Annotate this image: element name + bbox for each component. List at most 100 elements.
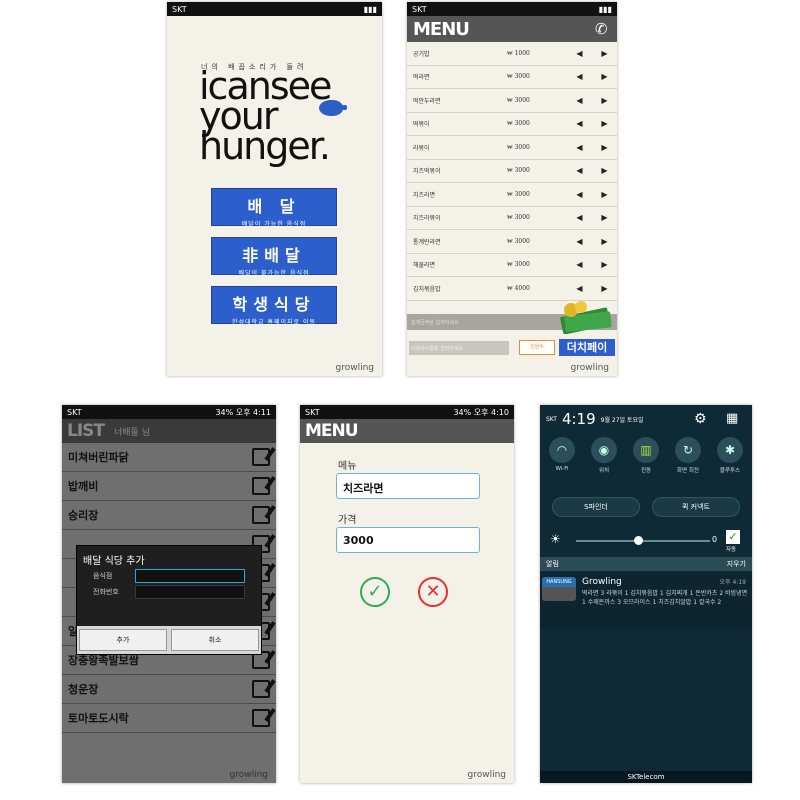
price-label: 가격 xyxy=(338,515,357,526)
quick-toggle[interactable]: ✱ 블루투스 xyxy=(712,437,748,474)
list-header: LIST 너배들 님 xyxy=(62,419,276,443)
brightness-icon: ☀ xyxy=(550,532,561,546)
increase-icon[interactable]: ▶ xyxy=(592,96,617,105)
add-button[interactable]: 추가 xyxy=(79,629,167,651)
decrease-icon[interactable]: ◀ xyxy=(567,284,592,293)
menu-item-price: ₩ 3000 xyxy=(507,96,530,104)
add-restaurant-dialog: 배달 식당 추가 음식점 전화번호 추가 취소 xyxy=(76,545,262,655)
clock: 4:19 xyxy=(561,410,596,428)
growling-notification[interactable]: HANSUNG Growling 오후 4:19 떡라면 3 라볶이 1 김치볶… xyxy=(540,573,752,629)
decrease-icon[interactable]: ◀ xyxy=(567,190,592,199)
menu-row: 떡만두라면 ₩ 3000 ◀ ▶ xyxy=(407,89,617,113)
cancel-x-icon[interactable]: ✕ xyxy=(418,577,448,607)
dialog-title: 배달 식당 추가 xyxy=(83,556,145,567)
username-input[interactable]: 사용자이름을 입력하세요 xyxy=(409,341,509,355)
increase-icon[interactable]: ▶ xyxy=(592,213,617,222)
delivery-button-sub: 배달이 가능한 음식점 xyxy=(241,221,307,228)
decrease-icon[interactable]: ◀ xyxy=(567,119,592,128)
menu-item-name: 떡만두라면 xyxy=(413,97,441,105)
quick-toggle-label: 블루투스 xyxy=(719,468,741,474)
menu-row: 통계란라면 ₩ 3000 ◀ ▶ xyxy=(407,230,617,254)
delivery-button[interactable]: 배 달 배달이 가능한 음식점 xyxy=(211,188,337,228)
increase-icon[interactable]: ▶ xyxy=(592,260,617,269)
edit-icon[interactable] xyxy=(252,448,270,466)
edit-icon[interactable] xyxy=(252,709,270,727)
carrier-label: SKT xyxy=(172,4,187,14)
quick-toggle[interactable]: ▥ 진동 xyxy=(628,437,664,474)
cafeteria-button-label: 학생식당 xyxy=(232,295,316,314)
call-icon[interactable]: ✆ xyxy=(595,21,611,37)
notification-panel: SKT 4:19 9월 27일 토요일 ⚙ ▦ ◠ Wi-Fi ◉ 위치 ▥ 진동 ↻ 화면 … xyxy=(540,405,752,783)
s-finder-button[interactable]: S파인더 xyxy=(552,497,640,517)
decrease-icon[interactable]: ◀ xyxy=(567,72,592,81)
count-input[interactable]: 인원수 xyxy=(519,340,555,355)
menu-name-input[interactable]: 치즈라면 xyxy=(336,473,480,499)
increase-icon[interactable]: ▶ xyxy=(592,143,617,152)
date: 9월 27일 토요일 xyxy=(600,416,644,424)
auto-checkbox[interactable]: ✓ xyxy=(726,530,740,544)
cafeteria-button[interactable]: 학생식당 한성대학교 홈페이지로 이동 xyxy=(211,286,337,326)
gear-icon[interactable]: ⚙ xyxy=(694,411,707,427)
non-delivery-button[interactable]: 非배달 배달이 불가능한 음식점 xyxy=(211,237,337,277)
list-item[interactable]: 승리장 xyxy=(62,501,276,530)
menu-item-price: ₩ 3000 xyxy=(507,143,530,151)
edit-icon[interactable] xyxy=(252,506,270,524)
phone-input[interactable] xyxy=(135,585,245,599)
carrier-label: SKT xyxy=(546,415,557,423)
menu-item-name: 치즈라면 xyxy=(413,191,436,199)
menu-item-name: 떡라면 xyxy=(413,74,430,82)
menu-item-price: ₩ 4000 xyxy=(507,284,530,292)
decrease-icon[interactable]: ◀ xyxy=(567,166,592,175)
restaurant-name: 토마토도시락 xyxy=(68,712,129,725)
menu-row: 김치볶음밥 ₩ 4000 ◀ ▶ xyxy=(407,277,617,301)
wifi-icon: ◠ xyxy=(549,437,575,463)
menu-item-price: ₩ 3000 xyxy=(507,214,530,222)
quick-connect-button[interactable]: 퀵 커넥트 xyxy=(652,497,740,517)
list-item[interactable]: 청운장 xyxy=(62,675,276,704)
restaurant-input[interactable] xyxy=(135,569,245,583)
dutch-pay-button[interactable]: 더치페이 xyxy=(559,339,615,356)
increase-icon[interactable]: ▶ xyxy=(592,284,617,293)
menu-item-name: 라볶이 xyxy=(413,144,430,152)
menu-row: 치즈라면 ₩ 3000 ◀ ▶ xyxy=(407,183,617,207)
status-bar: SKT 34% 오후 4:11 xyxy=(62,405,276,419)
restaurant-label: 음식점 xyxy=(93,572,113,580)
price-input[interactable]: 3000 xyxy=(336,527,480,553)
decrease-icon[interactable]: ◀ xyxy=(567,237,592,246)
decrease-icon[interactable]: ◀ xyxy=(567,213,592,222)
logo-line-3: hunger. xyxy=(199,124,331,168)
status-right: 34% 오후 4:11 xyxy=(215,407,271,417)
quick-toggle[interactable]: ↻ 화면 회전 xyxy=(670,437,706,474)
confirm-check-icon[interactable]: ✓ xyxy=(360,577,390,607)
decrease-icon[interactable]: ◀ xyxy=(567,49,592,58)
increase-icon[interactable]: ▶ xyxy=(592,237,617,246)
list-item[interactable]: 토마토도시락 xyxy=(62,704,276,733)
increase-icon[interactable]: ▶ xyxy=(592,119,617,128)
edit-icon[interactable] xyxy=(252,477,270,495)
increase-icon[interactable]: ▶ xyxy=(592,49,617,58)
increase-icon[interactable]: ▶ xyxy=(592,190,617,199)
decrease-icon[interactable]: ◀ xyxy=(567,96,592,105)
grid-icon[interactable]: ▦ xyxy=(726,411,738,426)
brightness-slider[interactable] xyxy=(576,540,710,542)
menu-row: 공기밥 ₩ 1000 ◀ ▶ xyxy=(407,42,617,66)
increase-icon[interactable]: ▶ xyxy=(592,166,617,175)
clear-button[interactable]: 지우기 xyxy=(727,559,746,569)
increase-icon[interactable]: ▶ xyxy=(592,72,617,81)
decrease-icon[interactable]: ◀ xyxy=(567,143,592,152)
menu-header: MENU xyxy=(300,419,514,443)
quick-toggle[interactable]: ◠ Wi-Fi xyxy=(544,437,580,474)
quick-toggle[interactable]: ◉ 위치 xyxy=(586,437,622,474)
quick-toggle-label: 위치 xyxy=(598,468,610,474)
brand-label: growling xyxy=(335,363,374,373)
decrease-icon[interactable]: ◀ xyxy=(567,260,592,269)
brand-label: growling xyxy=(570,363,609,373)
list-item[interactable]: 밥깨비 xyxy=(62,472,276,501)
rotate-icon: ↻ xyxy=(675,437,701,463)
brightness-knob[interactable] xyxy=(634,536,643,545)
list-item[interactable]: 미쳐버린파닭 xyxy=(62,443,276,472)
cancel-button[interactable]: 취소 xyxy=(171,629,259,651)
menu-label: 메뉴 xyxy=(338,461,357,472)
edit-icon[interactable] xyxy=(252,680,270,698)
auto-label: 자동 xyxy=(726,547,737,553)
